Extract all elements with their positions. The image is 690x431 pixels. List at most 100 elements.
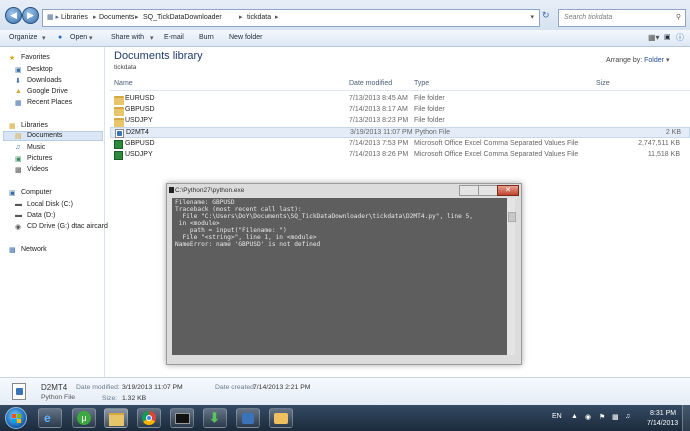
share-with-button[interactable]: Share with [111, 34, 144, 41]
tray-app-icon[interactable]: ◉ [585, 413, 591, 421]
details-size-label: Size: [102, 395, 118, 402]
nav-item-music[interactable]: Music [27, 144, 45, 151]
nav-item-google-drive[interactable]: Google Drive [27, 88, 68, 95]
language-indicator[interactable]: EN [552, 413, 562, 420]
breadcrumb[interactable]: ▦ ▸ Libraries ▸ Documents ▸ SQ_TickDataD… [42, 9, 540, 27]
console-line: File "C:\Users\DoY\Documents\SQ_TickData… [175, 213, 474, 220]
start-button[interactable] [5, 407, 27, 429]
flag-icon[interactable]: ⚑ [599, 413, 605, 421]
back-button[interactable]: ◀ [5, 7, 22, 24]
chevron-down-icon[interactable]: ▾ [42, 34, 46, 42]
nav-item-videos[interactable]: Videos [27, 166, 48, 173]
help-icon[interactable]: ⓘ [676, 32, 684, 43]
organize-button[interactable]: Organize [9, 34, 37, 41]
arrange-by-value[interactable]: Folder [644, 57, 664, 64]
nav-item-downloads[interactable]: Downloads [27, 77, 62, 84]
videos-icon: ▩ [15, 167, 22, 174]
show-desktop-button[interactable] [682, 405, 690, 431]
breadcrumb-item[interactable]: SQ_TickDataDownloader [143, 10, 222, 26]
file-type: Python File [415, 129, 451, 136]
folder-icon [114, 107, 124, 116]
file-row[interactable]: EURUSD 7/13/2013 8:45 AM File folder [110, 94, 690, 105]
utorrent-taskbar-icon[interactable]: μ [72, 408, 96, 428]
folder-icon [114, 118, 124, 127]
burn-button[interactable]: Burn [199, 34, 214, 41]
search-input[interactable]: Search tickdata ⚲ [558, 9, 686, 27]
chevron-right-icon[interactable]: ▸ [135, 10, 139, 26]
chrome-taskbar-icon[interactable] [137, 408, 161, 428]
file-name: GBPUSD [125, 140, 155, 147]
column-header-date[interactable]: Date modified [349, 80, 392, 87]
download-taskbar-icon[interactable]: ⬇ [203, 408, 227, 428]
show-hidden-icons-icon[interactable]: ▲ [571, 413, 578, 420]
close-button[interactable]: ✕ [497, 185, 519, 196]
minimize-button[interactable] [459, 185, 479, 196]
nav-libraries[interactable]: Libraries [21, 122, 48, 129]
music-icon: ♫ [15, 144, 21, 151]
column-header-size[interactable]: Size [596, 80, 610, 87]
arrange-by[interactable]: Arrange by: Folder ▾ [606, 56, 669, 64]
file-row-selected[interactable]: D2MT4 3/19/2013 11:07 PM Python File 2 K… [110, 127, 690, 138]
new-folder-button[interactable]: New folder [229, 34, 262, 41]
folder-icon [114, 96, 124, 105]
desktop-icon: ▣ [15, 67, 22, 74]
chevron-down-icon[interactable]: ▾ [666, 57, 670, 64]
file-row[interactable]: GBPUSD 7/14/2013 8:17 AM File folder [110, 105, 690, 116]
nav-network[interactable]: Network [21, 246, 47, 253]
column-header-type[interactable]: Type [414, 80, 429, 87]
forward-button[interactable]: ▶ [22, 7, 39, 24]
chevron-right-icon[interactable]: ▸ [275, 10, 279, 26]
chevron-right-icon[interactable]: ▸ [239, 10, 243, 26]
scrollbar-thumb[interactable] [508, 212, 516, 222]
nav-item-pictures[interactable]: Pictures [27, 155, 52, 162]
chevron-down-icon[interactable]: ▾ [530, 10, 534, 26]
maximize-button[interactable] [478, 185, 498, 196]
details-created-label: Date created: [215, 384, 256, 391]
clock-time[interactable]: 8:31 PM [650, 410, 676, 417]
breadcrumb-item[interactable]: Documents [99, 10, 134, 26]
open-button[interactable]: Open [70, 34, 87, 41]
nav-item-data-drive[interactable]: Data (D:) [27, 212, 55, 219]
chevron-right-icon[interactable]: ▸ [93, 10, 97, 26]
console-title: C:\Python27\python.exe [175, 187, 245, 194]
view-icon[interactable]: ▦▾ [648, 33, 660, 42]
nav-item-cd-drive[interactable]: CD Drive (G:) dtac aircard [27, 223, 108, 230]
nav-item-recent-places[interactable]: Recent Places [27, 99, 72, 106]
file-size: 2 KB [665, 129, 681, 136]
python-taskbar-icon[interactable] [236, 408, 260, 428]
breadcrumb-item[interactable]: tickdata [247, 10, 271, 26]
disk-icon: ▬ [15, 201, 22, 208]
email-button[interactable]: E-mail [164, 34, 184, 41]
chevron-down-icon[interactable]: ▾ [150, 34, 154, 42]
volume-icon[interactable]: ♫ [625, 413, 630, 420]
file-row[interactable]: USDJPY 7/13/2013 8:23 PM File folder [110, 116, 690, 127]
ie-taskbar-icon[interactable]: e [38, 408, 62, 428]
arrange-by-label: Arrange by: [606, 57, 643, 64]
nav-item-desktop[interactable]: Desktop [27, 66, 53, 73]
file-row[interactable]: USDJPY 7/14/2013 8:26 PM Microsoft Offic… [110, 150, 690, 161]
nav-item-local-disk[interactable]: Local Disk (C:) [27, 201, 73, 208]
breadcrumb-item[interactable]: Libraries [61, 10, 88, 26]
file-row[interactable]: GBPUSD 7/14/2013 7:53 PM Microsoft Offic… [110, 139, 690, 150]
preview-pane-icon[interactable]: ▣ [664, 33, 671, 41]
explorer-taskbar-icon[interactable] [104, 408, 128, 428]
nav-computer[interactable]: Computer [21, 189, 52, 196]
column-header-name[interactable]: Name [114, 80, 133, 87]
library-subtitle[interactable]: tickdata [114, 64, 136, 71]
network-tray-icon[interactable]: ▩ [612, 413, 619, 421]
chevron-down-icon[interactable]: ▾ [89, 34, 93, 42]
open-icon[interactable]: ● [58, 34, 62, 41]
clock-date[interactable]: 7/14/2013 [647, 420, 678, 427]
console-output[interactable] [172, 198, 515, 355]
file-size: 2,747,511 KB [638, 140, 680, 147]
nav-item-documents[interactable]: Documents [27, 132, 62, 139]
folder-icon: ▦ ▸ [47, 14, 60, 21]
cmd-taskbar-icon[interactable] [170, 408, 194, 428]
console-line: Filename: GBPUSD [175, 199, 235, 206]
search-icon[interactable]: ⚲ [671, 10, 681, 26]
nav-favorites[interactable]: Favorites [21, 54, 50, 61]
python-file-icon [115, 129, 124, 138]
google-drive-icon: ▲ [15, 88, 22, 95]
refresh-icon[interactable]: ↻ [542, 10, 550, 21]
app-taskbar-icon[interactable] [269, 408, 293, 428]
